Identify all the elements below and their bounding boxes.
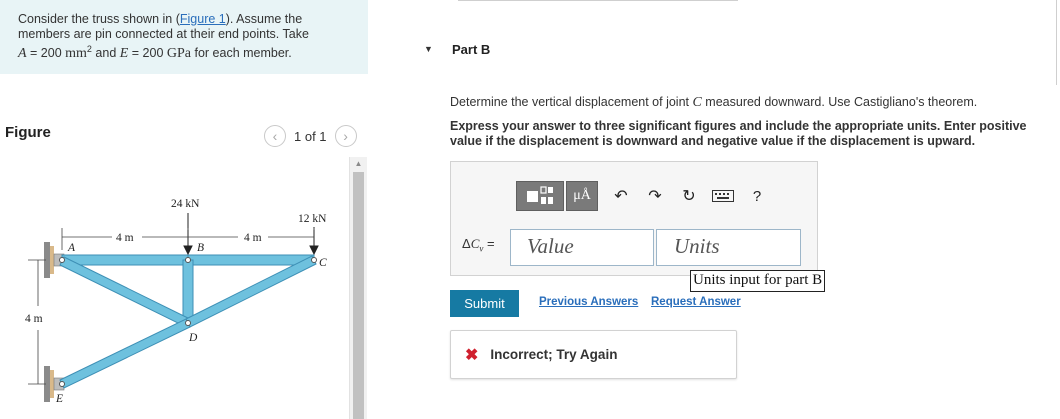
undo-icon[interactable]: ↶ [606, 181, 636, 211]
chevron-right-icon[interactable]: › [334, 125, 357, 147]
answer-variable-label: ΔCv = [462, 236, 495, 254]
chevron-left-icon[interactable]: ‹ [264, 125, 286, 147]
units-tooltip: Units input for part B [690, 270, 826, 292]
pager-text: 1 of 1 [294, 128, 327, 144]
figure-link[interactable]: Figure 1 [180, 12, 226, 26]
feedback-text: Incorrect; Try Again [490, 347, 618, 362]
scroll-thumb[interactable] [353, 172, 364, 419]
scroll-up-icon[interactable]: ▲ [350, 157, 367, 171]
label-node-d: D [188, 332, 198, 344]
math-toolbar: μÅ ↶ ↷ ↻ ? [516, 180, 772, 212]
figure-labels: 24 kN 12 kN 4 m 4 m 4 m A B C D E [25, 198, 327, 405]
redo-icon[interactable]: ↷ [640, 181, 670, 211]
member-bd [182, 259, 194, 324]
label-span-2: 4 m [244, 232, 262, 244]
member-ab [61, 254, 189, 266]
figure-pager: ‹ 1 of 1 › [264, 124, 357, 148]
question-text: Determine the vertical displacement of j… [450, 95, 978, 110]
request-answer-link[interactable]: Request Answer [651, 296, 741, 308]
units-button[interactable]: μÅ [566, 181, 598, 211]
pin-b [185, 257, 191, 263]
label-node-c: C [319, 257, 327, 269]
label-span-1: 4 m [116, 232, 134, 244]
help-button[interactable]: ? [742, 181, 772, 211]
member-ad [59, 256, 191, 328]
figure-heading: Figure [5, 124, 51, 141]
member-cd [185, 255, 317, 328]
previous-answers-link[interactable]: Previous Answers [539, 296, 638, 308]
figure-scrollbar[interactable]: ▲ [349, 157, 367, 419]
label-load-c: 12 kN [298, 213, 327, 225]
divider-right [1056, 0, 1057, 85]
feedback-message: ✖ Incorrect; Try Again [450, 330, 737, 379]
label-node-a: A [67, 242, 76, 254]
label-load-b: 24 kN [171, 198, 200, 210]
keyboard-icon[interactable] [708, 181, 738, 211]
part-title[interactable]: Part B [452, 42, 490, 57]
caret-down-icon[interactable]: ▼ [424, 44, 433, 54]
submit-button[interactable]: Submit [450, 290, 519, 317]
divider-top [458, 0, 738, 1]
member-de [59, 318, 191, 389]
pin-c [311, 257, 317, 263]
answer-instructions: Express your answer to three significant… [450, 119, 1027, 148]
problem-line-2: members are pin connected at their end p… [18, 27, 309, 41]
units-button-label: μÅ [573, 188, 591, 203]
label-node-e: E [55, 393, 63, 405]
problem-statement: Consider the truss shown in (Figure 1). … [0, 0, 368, 74]
pin-d [185, 320, 191, 326]
problem-line-1: Consider the truss shown in (Figure 1). … [18, 12, 303, 26]
units-input[interactable]: Units [656, 229, 801, 266]
pin-a [59, 257, 65, 263]
x-icon: ✖ [465, 346, 479, 364]
reset-icon[interactable]: ↻ [674, 181, 704, 211]
truss-figure: 24 kN 12 kN 4 m 4 m 4 m A B C D E [25, 198, 327, 405]
fraction-template-icon[interactable] [516, 181, 564, 211]
pin-e [59, 381, 65, 387]
value-input[interactable]: Value [510, 229, 654, 266]
label-node-b: B [197, 242, 204, 254]
problem-line-3: A = 200 mm2 and E = 200 GPa for each mem… [18, 44, 292, 62]
label-height: 4 m [25, 313, 43, 325]
member-bc [187, 254, 315, 266]
